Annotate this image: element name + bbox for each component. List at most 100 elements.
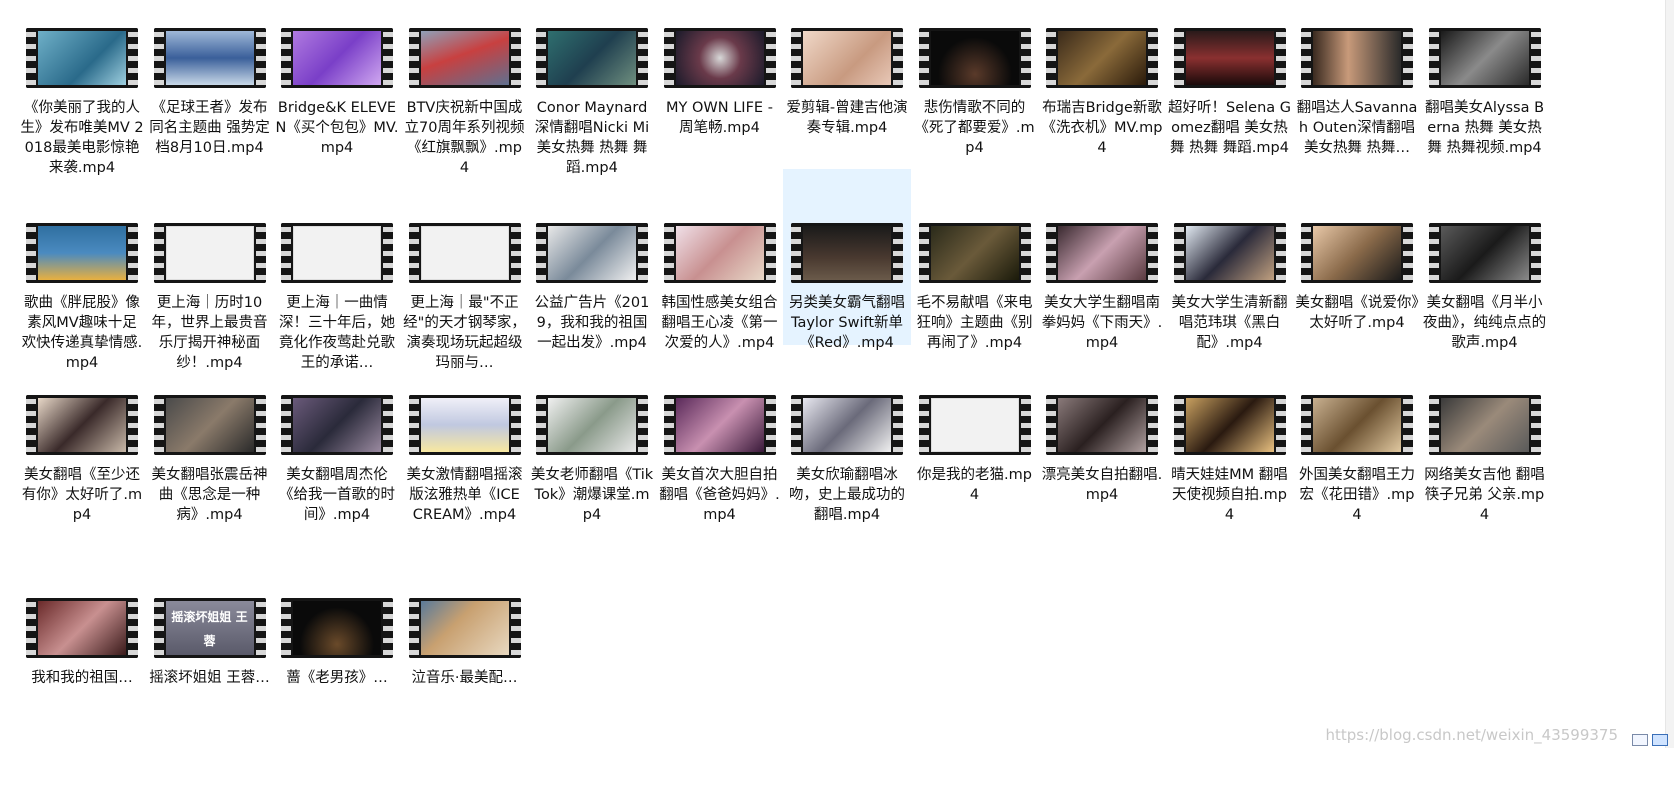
file-name-label: Conor Maynard深情翻唱Nicki Mi 美女热舞 热舞 舞蹈.mp4	[534, 100, 650, 176]
file-item[interactable]: 更上海｜一曲情深！三十年后，她竟化作夜莺赴兑歌王的承诺…	[273, 223, 401, 413]
file-item[interactable]: 布瑞吉Bridge新歌《洗衣机》MV.mp4	[1038, 28, 1166, 218]
file-name-label: Bridge&K ELEVEN《买个包包》MV.mp4	[275, 100, 399, 156]
thumbnail-frame	[1185, 31, 1274, 85]
file-item[interactable]: 泣音乐·最美配…	[401, 598, 529, 788]
file-item[interactable]: Conor Maynard深情翻唱Nicki Mi 美女热舞 热舞 舞蹈.mp4	[528, 28, 656, 218]
watermark-text: https://blog.csdn.net/weixin_43599375	[1325, 726, 1618, 744]
file-item[interactable]: 美女翻唱张震岳神曲《思念是一种病》.mp4	[146, 395, 274, 585]
file-item[interactable]: 美女首次大胆自拍翻唱《爸爸妈妈》.mp4	[656, 395, 784, 585]
thumbnail-frame	[930, 31, 1019, 85]
file-item[interactable]: 歌曲《胖屁股》像素风MV趣味十足 欢快传递真挚情感.mp4	[18, 223, 146, 413]
file-item[interactable]: 《你美丽了我的人生》发布唯美MV 2018最美电影惊艳来袭.mp4	[18, 28, 146, 218]
film-strip-right	[1148, 395, 1158, 455]
thumbnail-frame	[38, 398, 126, 452]
file-item[interactable]: 更上海｜最"不正经"的天才钢琴家，演奏现场玩起超级玛丽与…	[401, 223, 529, 413]
film-strip-right	[638, 395, 648, 455]
file-item[interactable]: 更上海｜历时10年，世界上最贵音乐厅揭开神秘面纱！.mp4	[146, 223, 274, 413]
file-item[interactable]: 韩国性感美女组合翻唱王心凌《第一次爱的人》.mp4	[656, 223, 784, 413]
file-item[interactable]: 漂亮美女自拍翻唱.mp4	[1038, 395, 1166, 585]
video-thumbnail	[408, 598, 521, 658]
thumbnail-frame	[675, 398, 764, 452]
file-item[interactable]: 美女翻唱《月半小夜曲》，纯纯点点的歌声.mp4	[1421, 223, 1549, 413]
film-strip-right	[1403, 395, 1413, 455]
film-strip-left	[408, 223, 419, 283]
film-strip-right	[1403, 28, 1413, 88]
film-strip-right	[128, 28, 138, 88]
video-thumbnail	[1046, 223, 1158, 283]
video-thumbnail	[1428, 223, 1541, 283]
vertical-scrollbar[interactable]	[1665, 0, 1674, 748]
file-name-label: 美女翻唱周杰伦《给我一首歌的时间》.mp4	[279, 467, 395, 523]
video-thumbnail	[791, 28, 903, 88]
file-item[interactable]: 蔷《老男孩》…	[273, 598, 401, 788]
video-thumbnail	[663, 223, 776, 283]
film-strip-left	[281, 28, 291, 88]
file-name-label: 蔷《老男孩》…	[286, 670, 388, 686]
film-strip-right	[1403, 223, 1413, 283]
file-item[interactable]: 翻唱达人Savannah Outen深情翻唱 美女热舞 热舞…	[1293, 28, 1421, 218]
file-name-label: 更上海｜一曲情深！三十年后，她竟化作夜莺赴兑歌王的承诺…	[279, 295, 395, 371]
file-name-label: 晴天娃娃MM 翻唱天使视频自拍.mp4	[1171, 467, 1288, 523]
file-item[interactable]: 公益广告片《2019，我和我的祖国一起出发》.mp4	[528, 223, 656, 413]
film-strip-left	[153, 223, 164, 283]
video-thumbnail	[536, 28, 648, 88]
file-item[interactable]: 美女欣瑜翻唱冰吻，史上最成功的翻唱.mp4	[783, 395, 911, 585]
film-strip-left	[26, 28, 36, 88]
file-item[interactable]: 美女老师翻唱《TikTok》潮爆课堂.mp4	[528, 395, 656, 585]
file-item[interactable]: BTV庆祝新中国成立70周年系列视频《红旗飘飘》.mp4	[401, 28, 529, 218]
file-item[interactable]: 你是我的老猫.mp4	[911, 395, 1039, 585]
video-thumbnail	[26, 28, 138, 88]
film-strip-right	[128, 223, 138, 283]
file-item[interactable]: 美女大学生翻唱南拳妈妈《下雨天》.mp4	[1038, 223, 1166, 413]
thumbnail-frame	[1058, 31, 1146, 85]
film-strip-right	[383, 28, 393, 88]
large-icons-view-icon[interactable]	[1652, 734, 1668, 746]
thumbnail-frame	[1185, 226, 1274, 280]
thumbnail-frame	[420, 226, 509, 280]
file-item[interactable]: 晴天娃娃MM 翻唱天使视频自拍.mp4	[1166, 395, 1294, 585]
video-thumbnail	[918, 28, 1031, 88]
thumbnail-frame	[420, 601, 509, 655]
video-thumbnail	[1173, 223, 1286, 283]
view-mode-controls	[1632, 734, 1668, 746]
film-strip-left	[408, 598, 419, 658]
film-strip-left	[918, 28, 929, 88]
film-strip-right	[893, 28, 903, 88]
thumbnail-frame	[38, 226, 126, 280]
file-item[interactable]: 翻唱美女Alyssa Berna 热舞 美女热舞 热舞视频.mp4	[1421, 28, 1549, 218]
film-strip-right	[1530, 223, 1541, 283]
thumbnail-frame	[165, 226, 254, 280]
video-thumbnail	[663, 395, 776, 455]
file-item[interactable]: 外国美女翻唱王力宏《花田错》.mp4	[1293, 395, 1421, 585]
file-item[interactable]: 《足球王者》发布同名主题曲 强势定档8月10日.mp4	[146, 28, 274, 218]
film-strip-left	[153, 395, 164, 455]
file-item[interactable]: 美女激情翻唱摇滚版泫雅热单《ICE CREAM》.mp4	[401, 395, 529, 585]
film-strip-right	[510, 223, 521, 283]
file-item[interactable]: 另类美女霸气翻唱Taylor Swift新单《Red》.mp4	[783, 169, 911, 351]
file-item[interactable]: 网络美女吉他 翻唱 筷子兄弟 父亲.mp4	[1421, 395, 1549, 585]
film-strip-left	[791, 28, 801, 88]
file-item[interactable]: 超好听！Selena Gomez翻唱 美女热舞 热舞 舞蹈.mp4	[1166, 28, 1294, 218]
video-thumbnail	[408, 28, 521, 88]
file-item[interactable]: MY OWN LIFE - 周笔畅.mp4	[656, 28, 784, 218]
file-item[interactable]: 毛不易献唱《来电狂响》主题曲《别再闹了》.mp4	[911, 223, 1039, 413]
file-name-label: 美女欣瑜翻唱冰吻，史上最成功的翻唱.mp4	[789, 467, 905, 523]
file-item[interactable]: 美女翻唱周杰伦《给我一首歌的时间》.mp4	[273, 395, 401, 585]
details-view-icon[interactable]	[1632, 734, 1648, 746]
film-strip-right	[638, 28, 648, 88]
file-item[interactable]: 美女翻唱《说爱你》太好听了.mp4	[1293, 223, 1421, 413]
file-item[interactable]: 美女翻唱《至少还有你》太好听了.mp4	[18, 395, 146, 585]
video-thumbnail	[791, 395, 903, 455]
file-item[interactable]: 美女大学生清新翻唱范玮琪《黑白配》.mp4	[1166, 223, 1294, 413]
file-item[interactable]: 摇滚坏姐姐 王 蓉摇滚坏姐姐 王蓉…	[146, 598, 274, 788]
file-name-label: 爱剪辑-曾建吉他演奏专辑.mp4	[786, 100, 908, 136]
film-strip-right	[255, 223, 266, 283]
file-name-label: 超好听！Selena Gomez翻唱 美女热舞 热舞 舞蹈.mp4	[1168, 100, 1291, 156]
film-strip-right	[510, 598, 521, 658]
film-strip-right	[1275, 28, 1286, 88]
file-item[interactable]: Bridge&K ELEVEN《买个包包》MV.mp4	[273, 28, 401, 218]
video-thumbnail	[1428, 28, 1541, 88]
file-item[interactable]: 我和我的祖国…	[18, 598, 146, 788]
video-thumbnail	[153, 223, 266, 283]
file-item[interactable]: 悲伤情歌不同的《死了都要爱》.mp4	[911, 28, 1039, 218]
